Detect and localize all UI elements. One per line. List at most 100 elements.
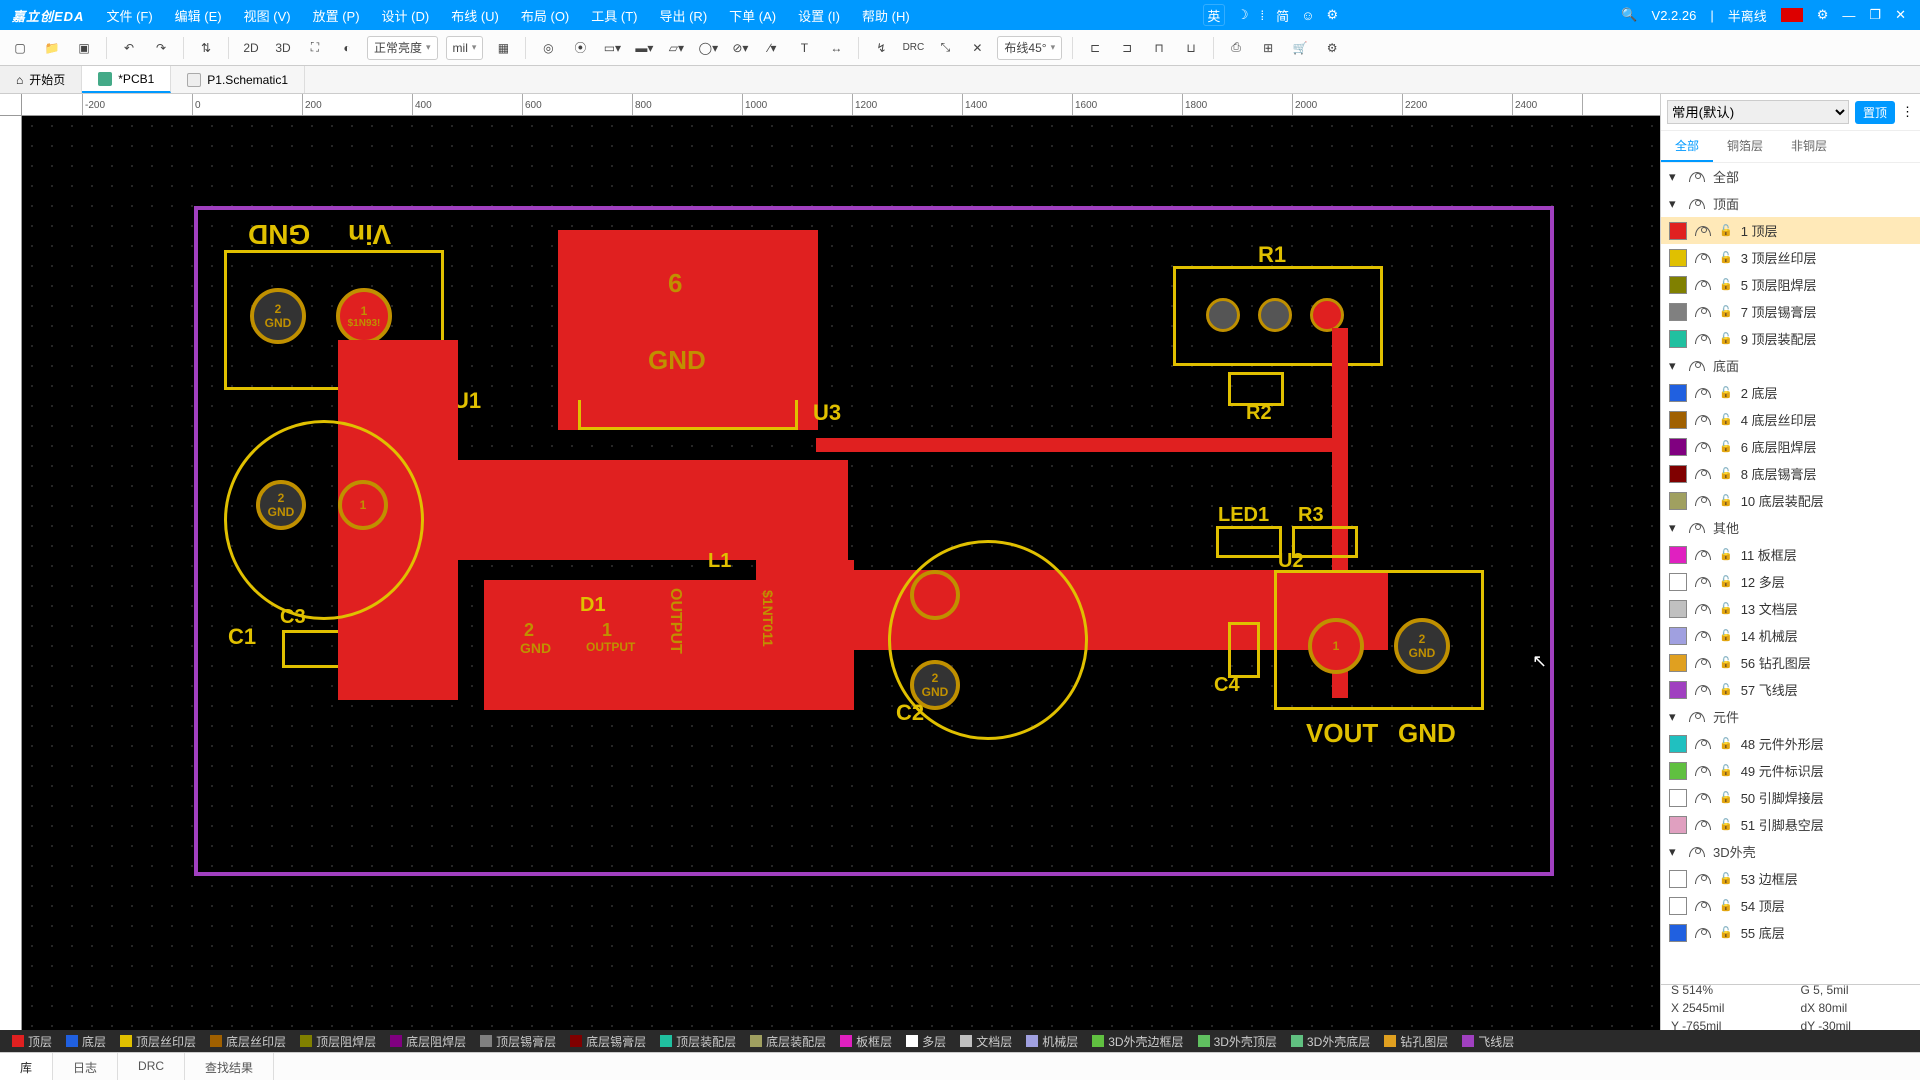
layerstrip-item[interactable]: 机械层 [1022, 1033, 1082, 1050]
lock-icon[interactable]: 🔓 [1719, 602, 1733, 615]
simplified-icon[interactable]: 简 [1276, 6, 1289, 25]
view-3d-button[interactable]: 3D [271, 36, 295, 60]
nogo-tool-icon[interactable]: ⊘▾ [728, 36, 752, 60]
eye-icon[interactable] [1695, 307, 1711, 317]
shape-tool-icon[interactable]: ▱▾ [664, 36, 688, 60]
layer-row[interactable]: 🔓50 引脚焊接层 [1661, 784, 1920, 811]
align-right-icon[interactable]: ⊐ [1115, 36, 1139, 60]
rect-tool-icon[interactable]: ▭▾ [600, 36, 624, 60]
lock-icon[interactable]: 🔓 [1719, 386, 1733, 399]
settings-gear-icon[interactable]: ⚙ [1320, 36, 1344, 60]
tab-start[interactable]: ⌂开始页 [0, 66, 82, 93]
text-tool-icon[interactable]: T [792, 36, 816, 60]
settings-icon[interactable]: ⚙ [1817, 7, 1829, 23]
route-tool-icon[interactable]: ↯ [869, 36, 893, 60]
layer-group-header[interactable]: ▾其他 [1661, 514, 1920, 541]
lock-icon[interactable]: 🔓 [1719, 899, 1733, 912]
eye-icon[interactable] [1695, 658, 1711, 668]
eye-icon[interactable] [1695, 739, 1711, 749]
layerstrip-item[interactable]: 板框层 [836, 1033, 896, 1050]
bottom-tab-log[interactable]: 日志 [53, 1053, 118, 1080]
lock-icon[interactable]: 🔓 [1719, 575, 1733, 588]
layerstrip-item[interactable]: 底层丝印层 [206, 1033, 290, 1050]
layer-row[interactable]: 🔓48 元件外形层 [1661, 730, 1920, 757]
route-angle-select[interactable]: 布线45°▾ [997, 36, 1062, 60]
view-2d-button[interactable]: 2D [239, 36, 263, 60]
eye-icon[interactable] [1695, 631, 1711, 641]
layer-top-button[interactable]: 置顶 [1855, 101, 1895, 124]
export-icon[interactable]: ⎙ [1224, 36, 1248, 60]
layerstrip-item[interactable]: 3D外壳边框层 [1088, 1033, 1187, 1050]
eye-icon[interactable] [1695, 766, 1711, 776]
menu-item[interactable]: 布线 (U) [441, 2, 509, 29]
layer-row[interactable]: 🔓3 顶层丝印层 [1661, 244, 1920, 271]
menu-item[interactable]: 文件 (F) [96, 2, 162, 29]
menu-item[interactable]: 工具 (T) [581, 2, 647, 29]
tab-schematic[interactable]: P1.Schematic1 [171, 66, 305, 93]
layer-row[interactable]: 🔓6 底层阻焊层 [1661, 433, 1920, 460]
layer-row[interactable]: 🔓55 底层 [1661, 919, 1920, 946]
eye-icon[interactable] [1695, 874, 1711, 884]
dimension-tool-icon[interactable]: ↔ [824, 36, 848, 60]
line-tool-icon[interactable]: ∕▾ [760, 36, 784, 60]
layer-group-header[interactable]: ▾3D外壳 [1661, 838, 1920, 865]
menu-item[interactable]: 导出 (R) [649, 2, 717, 29]
layerstrip-item[interactable]: 顶层 [8, 1033, 56, 1050]
layerstrip-item[interactable]: 钻孔图层 [1380, 1033, 1452, 1050]
layerstrip-item[interactable]: 底层 [62, 1033, 110, 1050]
brightness-select[interactable]: 正常亮度▾ [367, 36, 438, 60]
close-button[interactable]: ✕ [1895, 7, 1906, 23]
menu-item[interactable]: 设计 (D) [372, 2, 440, 29]
lock-icon[interactable]: 🔓 [1719, 683, 1733, 696]
lock-icon[interactable]: 🔓 [1719, 278, 1733, 291]
lock-icon[interactable]: 🔓 [1719, 251, 1733, 264]
layer-tab-noncopper[interactable]: 非铜层 [1777, 131, 1841, 162]
menu-item[interactable]: 下单 (A) [719, 2, 786, 29]
unit-select[interactable]: mil▾ [446, 36, 484, 60]
menu-item[interactable]: 帮助 (H) [852, 2, 920, 29]
target-icon[interactable]: ◎ [536, 36, 560, 60]
eye-icon[interactable] [1695, 280, 1711, 290]
cart-icon[interactable]: 🛒 [1288, 36, 1312, 60]
ime-indicator[interactable]: 英 [1203, 4, 1225, 26]
bom-icon[interactable]: ⊞ [1256, 36, 1280, 60]
layerstrip-item[interactable]: 3D外壳底层 [1287, 1033, 1374, 1050]
new-file-button[interactable]: ▢ [8, 36, 32, 60]
layer-group-header[interactable]: ▾元件 [1661, 703, 1920, 730]
lock-icon[interactable]: 🔓 [1719, 872, 1733, 885]
layer-row[interactable]: 🔓11 板框层 [1661, 541, 1920, 568]
pcb-viewport[interactable]: GND Vin 2GND 1$1N93! U1 6 GND U3 R1 R2 [22, 116, 1660, 1030]
layerstrip-item[interactable]: 多层 [902, 1033, 950, 1050]
lock-icon[interactable]: 🔓 [1719, 629, 1733, 642]
eye-icon[interactable] [1689, 199, 1705, 209]
open-folder-button[interactable]: 📁 [40, 36, 64, 60]
eye-icon[interactable] [1695, 442, 1711, 452]
measure-tool-icon[interactable]: ⤡ [933, 36, 957, 60]
lock-icon[interactable]: 🔓 [1719, 791, 1733, 804]
layerstrip-item[interactable]: 顶层阻焊层 [296, 1033, 380, 1050]
align-top-icon[interactable]: ⊓ [1147, 36, 1171, 60]
layer-preset-select[interactable]: 常用(默认) [1667, 100, 1849, 124]
layer-row[interactable]: 🔓56 钻孔图层 [1661, 649, 1920, 676]
eye-icon[interactable] [1695, 604, 1711, 614]
layerstrip-item[interactable]: 底层阻焊层 [386, 1033, 470, 1050]
lock-icon[interactable]: 🔓 [1719, 548, 1733, 561]
eye-icon[interactable] [1689, 361, 1705, 371]
layerstrip-item[interactable]: 文档层 [956, 1033, 1016, 1050]
layer-row[interactable]: 🔓7 顶层锡膏层 [1661, 298, 1920, 325]
redo-button[interactable]: ↷ [149, 36, 173, 60]
grid-button[interactable]: ▦ [491, 36, 515, 60]
menu-item[interactable]: 设置 (I) [788, 2, 850, 29]
eye-icon[interactable] [1695, 928, 1711, 938]
layerstrip-item[interactable]: 底层装配层 [746, 1033, 830, 1050]
lock-icon[interactable]: 🔓 [1719, 656, 1733, 669]
lock-icon[interactable]: 🔓 [1719, 926, 1733, 939]
lock-icon[interactable]: 🔓 [1719, 440, 1733, 453]
lock-icon[interactable]: 🔓 [1719, 764, 1733, 777]
layer-group-header[interactable]: ▾底面 [1661, 352, 1920, 379]
save-button[interactable]: ▣ [72, 36, 96, 60]
contrast-button[interactable]: ◐ [335, 36, 359, 60]
bottom-tab-library[interactable]: 库 [0, 1053, 53, 1080]
crosshair-icon[interactable]: ✕ [965, 36, 989, 60]
layerstrip-item[interactable]: 顶层丝印层 [116, 1033, 200, 1050]
